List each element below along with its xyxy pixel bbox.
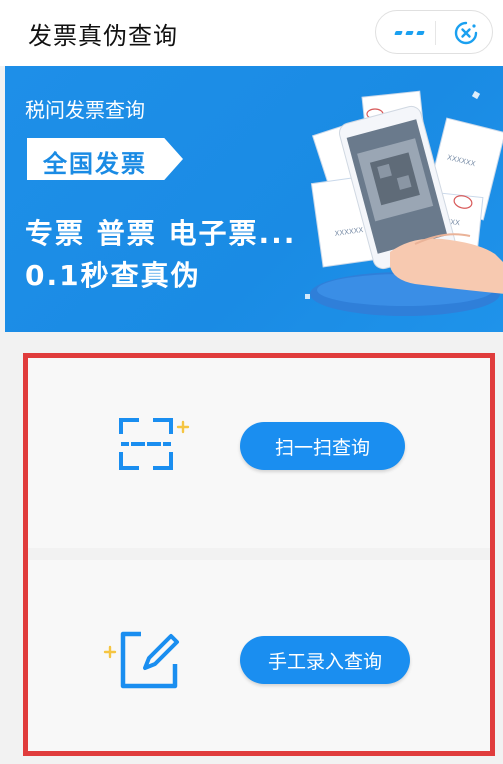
banner-brand: 税问发票查询: [25, 98, 145, 122]
edit-icon: [103, 631, 179, 689]
scan-query-card: 扫一扫查询: [23, 354, 494, 548]
banner-tag: 全国发票: [27, 138, 183, 180]
manual-query-card: 手工录入查询: [23, 560, 494, 756]
scan-frame-icon: [119, 418, 190, 470]
banner-subheadline: 0.1秒查真伪: [25, 259, 201, 292]
scan-query-button[interactable]: 扫一扫查询: [240, 422, 405, 470]
phone-scanning-invoices-illustration: XXXXXX XXXXXX XXXXXX: [305, 90, 503, 316]
more-dots-icon[interactable]: [390, 23, 428, 43]
close-target-icon[interactable]: [454, 21, 478, 45]
manual-query-button[interactable]: 手工录入查询: [240, 636, 410, 684]
banner-headline: 专票 普票 电子票...: [25, 217, 297, 250]
query-actions-panel: 扫一扫查询 手工录入查询: [23, 354, 494, 756]
mini-program-capsule: [375, 10, 493, 54]
page-title: 发票真伪查询: [28, 22, 178, 50]
capsule-divider: [435, 21, 436, 45]
nav-bar: 发票真伪查询: [0, 0, 503, 66]
promo-banner[interactable]: 税问发票查询 全国发票 专票 普票 电子票... 0.1秒查真伪 XXXXXX …: [5, 66, 503, 332]
banner-tag-label: 全国发票: [43, 150, 147, 178]
